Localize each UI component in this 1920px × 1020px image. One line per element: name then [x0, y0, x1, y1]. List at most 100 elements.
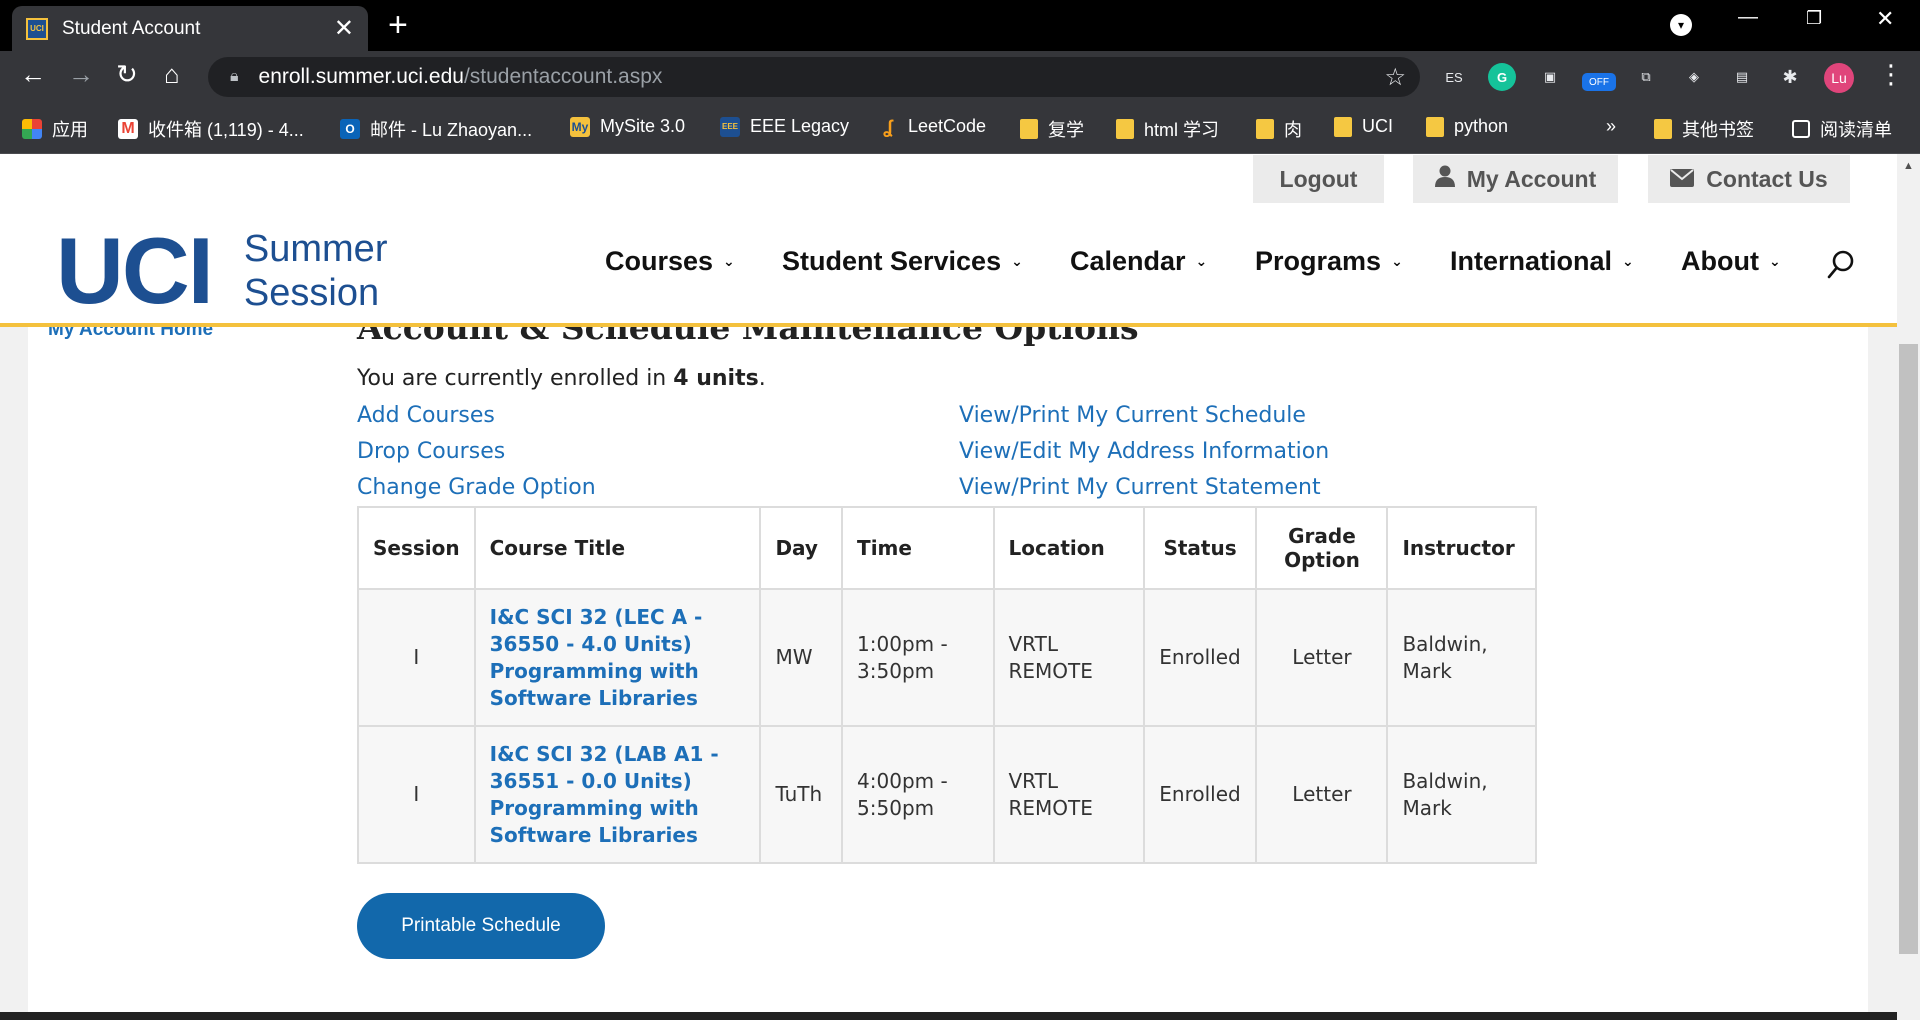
mysite-icon: My	[570, 116, 590, 137]
lock-icon[interactable]: 🔒︎	[230, 68, 239, 86]
address-bar[interactable]: 🔒︎ enroll.summer.uci.edu/studentaccount.…	[208, 57, 1420, 97]
apps-icon	[22, 119, 42, 139]
extension-icon[interactable]: ▣	[1536, 63, 1564, 91]
puzzle-extensions-icon[interactable]: ✱	[1776, 63, 1804, 91]
scroll-up-arrow-icon[interactable]: ▲	[1903, 160, 1914, 172]
cell-course-title[interactable]: I&C SCI 32 (LEC A - 36550 - 4.0 Units) P…	[473, 588, 762, 727]
tab-search-icon[interactable]: ▾	[1670, 14, 1692, 36]
bookmark-label: UCI	[1362, 116, 1393, 136]
reload-icon[interactable]: ↻	[116, 61, 138, 87]
edit-address-link[interactable]: View/Edit My Address Information	[959, 434, 1329, 470]
course-code-link[interactable]: I&C SCI 32 (LEC A - 36550 - 4.0 Units)	[490, 604, 746, 658]
browser-tab[interactable]: UCI Student Account ✕	[12, 6, 368, 51]
gmail-icon: M	[118, 119, 138, 139]
url-host: enroll.summer.uci.edu	[258, 65, 464, 88]
enrollment-summary: You are currently enrolled in 4 units.	[357, 366, 766, 391]
nav-label: Programs	[1255, 246, 1382, 276]
folder-icon	[1020, 119, 1038, 139]
col-instructor: Instructor	[1386, 506, 1537, 590]
bookmark-other[interactable]: 其他书签	[1654, 116, 1754, 142]
bookmark-folder-uci[interactable]: UCI	[1334, 116, 1393, 137]
folder-icon	[1654, 119, 1672, 139]
bookmark-apps[interactable]: 应用	[22, 116, 88, 142]
col-session: Session	[357, 506, 476, 590]
drop-courses-link[interactable]: Drop Courses	[357, 434, 596, 470]
back-icon[interactable]: ←	[20, 61, 46, 87]
eee-icon: EEE	[720, 116, 740, 137]
course-name-link[interactable]: Programming with Software Libraries	[490, 795, 746, 849]
bookmark-folder-rou[interactable]: 肉	[1256, 116, 1302, 142]
uci-summer-session-logo[interactable]: UCI Summer Session	[56, 224, 387, 318]
print-schedule-link[interactable]: View/Print My Current Schedule	[959, 398, 1329, 434]
home-icon[interactable]: ⌂	[164, 61, 180, 87]
close-window-icon[interactable]: ✕	[1876, 6, 1894, 32]
bookmark-folder-python[interactable]: python	[1426, 116, 1508, 137]
course-name-link[interactable]: Programming with Software Libraries	[490, 658, 746, 712]
nav-courses[interactable]: Courses ⌄	[605, 246, 735, 277]
shield-extension-icon[interactable]: ◈	[1680, 63, 1708, 91]
es-extension-icon[interactable]: ES	[1440, 63, 1468, 91]
folder-icon	[1334, 116, 1352, 137]
folder-icon	[1256, 119, 1274, 139]
reader-extension-icon[interactable]: ▤	[1728, 63, 1756, 91]
cell-status: Enrolled	[1142, 588, 1258, 727]
bookmark-label: 肉	[1284, 120, 1302, 140]
contact-us-button[interactable]: Contact Us	[1648, 155, 1850, 203]
restore-icon[interactable]: ❐	[1806, 8, 1822, 29]
bookmark-eee[interactable]: EEE EEE Legacy	[720, 116, 849, 137]
reading-list-icon	[1792, 120, 1810, 138]
nav-programs[interactable]: Programs ⌄	[1255, 246, 1403, 277]
tab-title: Student Account	[62, 17, 201, 39]
col-day: Day	[759, 506, 844, 590]
nav-student-services[interactable]: Student Services ⌄	[782, 246, 1023, 277]
grammarly-extension-icon[interactable]: G	[1488, 63, 1516, 91]
uci-favicon-icon: UCI	[26, 17, 48, 40]
browser-menu-icon[interactable]: ⋮	[1878, 61, 1904, 87]
bookmark-label: 复学	[1048, 120, 1084, 140]
profile-avatar[interactable]: Lu	[1824, 63, 1854, 93]
nav-about[interactable]: About ⌄	[1681, 246, 1781, 277]
browser-toolbar: ← → ↻ ⌂ 🔒︎ enroll.summer.uci.edu/student…	[0, 51, 1920, 103]
cell-location: VRTL REMOTE	[992, 725, 1145, 864]
folder-icon	[1116, 119, 1134, 139]
print-statement-link[interactable]: View/Print My Current Statement	[959, 470, 1329, 506]
bookmark-label: LeetCode	[908, 116, 987, 136]
bookmark-folder-fuxue[interactable]: 复学	[1020, 116, 1084, 142]
cell-grade: Letter	[1255, 588, 1389, 727]
nav-calendar[interactable]: Calendar ⌄	[1070, 246, 1207, 277]
bookmark-mysite[interactable]: My MySite 3.0	[570, 116, 685, 137]
cell-status: Enrolled	[1142, 725, 1258, 864]
scrollbar-thumb[interactable]	[1899, 344, 1918, 954]
my-account-label: My Account	[1466, 165, 1597, 192]
forward-icon[interactable]: →	[68, 61, 94, 87]
bookmark-star-icon[interactable]: ☆	[1384, 63, 1406, 92]
table-row: I I&C SCI 32 (LAB A1 - 36551 - 0.0 Units…	[357, 725, 1537, 864]
nav-international[interactable]: International ⌄	[1450, 246, 1634, 277]
bookmark-label: 阅读清单	[1820, 120, 1892, 140]
bookmarks-overflow-button[interactable]: »	[1606, 116, 1616, 137]
course-code-link[interactable]: I&C SCI 32 (LAB A1 - 36551 - 0.0 Units)	[490, 741, 746, 795]
off-extension-icon[interactable]: OFF	[1582, 73, 1616, 91]
bookmark-folder-html[interactable]: html 学习	[1116, 116, 1219, 142]
my-account-button[interactable]: My Account	[1413, 155, 1618, 203]
new-tab-icon[interactable]: +	[388, 8, 408, 42]
url-path: /studentaccount.aspx	[463, 65, 663, 88]
logout-button[interactable]: Logout	[1253, 155, 1384, 203]
col-location: Location	[992, 506, 1145, 590]
bookmark-leetcode[interactable]: ʆ LeetCode	[878, 116, 986, 137]
printable-schedule-button[interactable]: Printable Schedule	[357, 893, 605, 959]
minimize-icon[interactable]: —	[1738, 6, 1758, 29]
bookmark-outlook[interactable]: O 邮件 - Lu Zhaoyan...	[340, 116, 532, 142]
envelope-icon	[1670, 166, 1695, 193]
copy-extension-icon[interactable]: ⧉	[1632, 63, 1660, 91]
search-icon[interactable]	[1826, 248, 1856, 282]
reading-list-button[interactable]: 阅读清单	[1792, 116, 1892, 142]
bookmark-gmail[interactable]: M 收件箱 (1,119) - 4...	[118, 116, 304, 142]
tab-close-icon[interactable]: ✕	[334, 16, 354, 41]
add-courses-link[interactable]: Add Courses	[357, 398, 596, 434]
chevron-down-icon: ⌄	[1622, 253, 1634, 269]
chevron-down-icon: ⌄	[1195, 253, 1208, 269]
change-grade-option-link[interactable]: Change Grade Option	[357, 470, 596, 506]
cell-course-title[interactable]: I&C SCI 32 (LAB A1 - 36551 - 0.0 Units) …	[473, 725, 762, 864]
nav-label: About	[1681, 246, 1759, 276]
